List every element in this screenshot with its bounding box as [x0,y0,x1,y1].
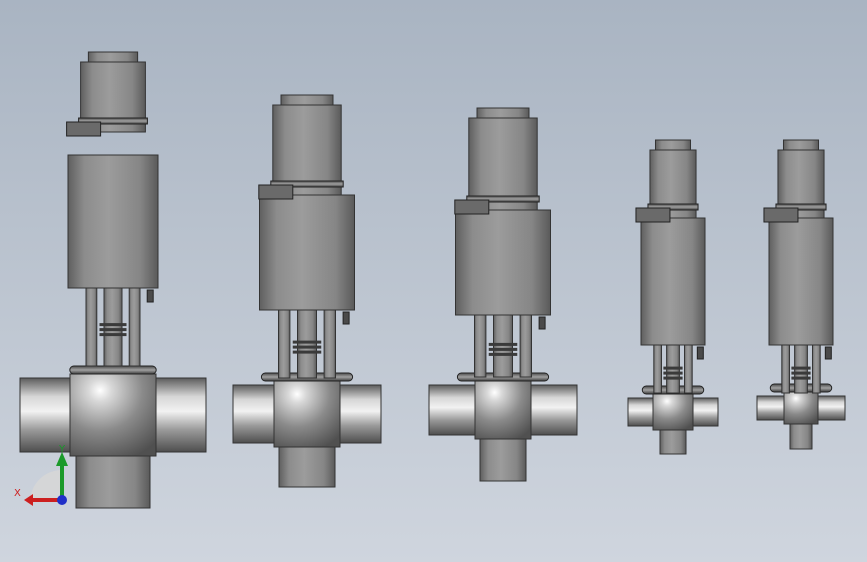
valve-body [474,380,532,440]
z-axis-dot [57,495,67,505]
stem-ring [791,371,811,375]
stem-ring [292,340,322,344]
valve-stem [103,287,123,367]
cable-gland [454,199,490,215]
yoke-column [323,309,337,379]
air-fitting [696,346,704,360]
yoke-column [278,309,291,379]
cad-viewport[interactable]: Y X [0,0,867,562]
yoke-column [519,314,532,378]
cable-gland [635,207,671,223]
actuator-body [640,217,706,346]
x-axis-arrowhead [24,494,33,506]
valve-5 [756,139,846,450]
stem-ring [99,333,127,337]
yoke-column [474,314,487,378]
stem-ring [488,352,518,356]
stem-ring [488,342,518,346]
stem-ring [663,376,683,380]
head-top-cap [280,94,334,106]
valve-body [273,380,341,448]
head-top-cap [782,139,820,151]
stem-ring [292,350,322,354]
yoke-column [653,344,662,394]
valve-body [652,393,694,431]
stem-ring [99,328,127,332]
air-fitting [342,311,350,325]
y-axis-label: Y [58,444,66,455]
valve-4 [627,139,719,455]
stem-ring [488,347,518,351]
yoke-column [684,344,693,394]
stem-ring [791,366,811,370]
stem-ring [292,345,322,349]
yoke-column [85,287,98,367]
stem-ring [791,376,811,380]
outlet-pipe [75,447,151,509]
valve-1 [19,51,207,509]
valve-stem [297,309,317,379]
actuator-body [259,194,355,311]
cable-gland [258,184,294,200]
valve-2 [232,94,382,488]
air-fitting [538,316,546,330]
air-fitting [824,346,832,360]
triad-plane [30,470,62,502]
stem-ring [663,366,683,370]
yoke-column [781,344,790,394]
valve-body [69,373,157,457]
head-top-cap [476,107,530,119]
clamp-flange [69,365,157,375]
valve-body [783,391,819,425]
actuator-body [67,154,159,289]
assembly-view: Y X [14,51,846,509]
head-top-cap [87,51,139,63]
actuator-body [768,217,834,346]
yoke-column [812,344,821,394]
cable-gland [763,207,799,223]
stem-ring [663,371,683,375]
x-axis-label: X [14,488,21,499]
valve-3 [428,107,578,482]
yoke-column [128,287,141,367]
head-top-cap [654,139,692,151]
air-fitting [146,289,154,303]
actuator-body [455,209,551,316]
stem-ring [99,323,127,327]
valve-stem [493,314,513,378]
cable-gland [66,121,102,137]
coordinate-triad: Y X [14,444,68,506]
